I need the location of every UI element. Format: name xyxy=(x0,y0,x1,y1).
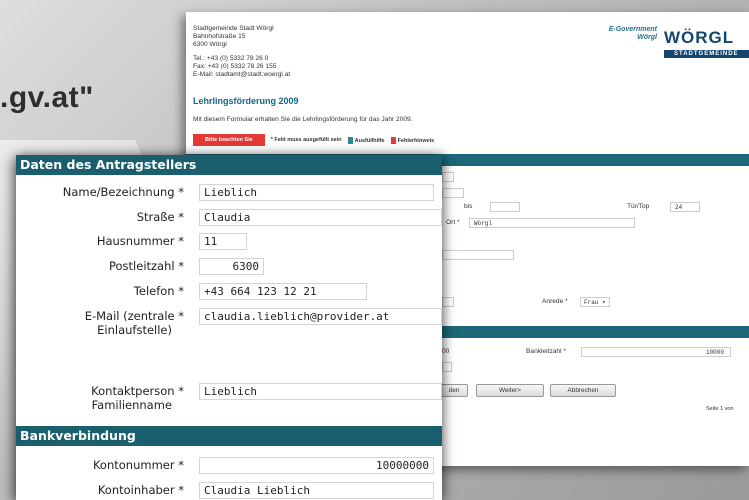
house-number-label: Hausnummer * xyxy=(96,234,184,248)
email-label-line1: E-Mail (zentrale * xyxy=(84,309,184,323)
section-header-bank: Bankverbindung xyxy=(16,426,442,446)
back-field[interactable] xyxy=(442,297,454,307)
egov-label: E-Government Wörgl xyxy=(608,26,657,41)
account-holder-label: Kontoinhaber * xyxy=(97,483,184,497)
back-field[interactable] xyxy=(442,250,514,260)
error-swatch-icon xyxy=(390,136,396,144)
ort-field[interactable] xyxy=(469,218,635,228)
account-number-field[interactable] xyxy=(199,457,434,474)
account-holder-field[interactable] xyxy=(199,482,434,499)
applicant-form-panel: Daten des Antragstellers Name/Bezeichnun… xyxy=(16,155,442,500)
logo-subtitle: STADTGEMEINDE xyxy=(664,50,749,58)
back-button[interactable]: den xyxy=(440,384,468,397)
address-line: Stadtgemeinde Stadt Wörgl xyxy=(193,25,274,32)
next-button[interactable]: Weiter> xyxy=(476,384,544,397)
partial-value: 00 xyxy=(442,348,450,355)
phone-label: Telefon * xyxy=(133,284,184,298)
tuer-field[interactable] xyxy=(670,202,700,212)
help-swatch-icon xyxy=(347,136,353,144)
help-legend: Ausfüllhilfe xyxy=(347,136,385,144)
bis-field[interactable] xyxy=(490,202,520,212)
email-field[interactable] xyxy=(199,308,442,325)
form-legend: Bitte beachten Sie * Feld muss ausgefüll… xyxy=(193,134,434,146)
woergl-logo: WÖRGL xyxy=(664,28,735,47)
email-label-line2: Einlaufstelle) xyxy=(97,323,172,337)
back-field[interactable] xyxy=(442,172,454,182)
back-field[interactable] xyxy=(442,362,452,372)
name-field[interactable] xyxy=(199,184,434,201)
back-field[interactable] xyxy=(442,188,464,198)
note-button[interactable]: Bitte beachten Sie xyxy=(193,134,265,146)
error-legend: Fehlerhinweis xyxy=(390,136,434,144)
form-title: Lehrlingsförderung 2009 xyxy=(193,96,299,106)
house-number-field[interactable] xyxy=(199,233,247,250)
address-email: E-Mail: stadtamt@stadt.woergl.at xyxy=(193,71,291,78)
address-phone: Tel.: +43 (0) 5332 78 26 0 xyxy=(193,55,269,62)
address-fax: Fax: +43 (0) 5332 78 26 155 xyxy=(193,63,277,70)
zip-label: Postleitzahl * xyxy=(108,259,184,273)
account-number-label: Kontonummer * xyxy=(92,458,184,472)
blz-label: Bankleitzahl * xyxy=(526,348,566,355)
address-line: Bahnhofstraße 15 xyxy=(193,33,246,40)
contact-label: Kontaktperson * Familienname xyxy=(16,384,184,412)
zip-field[interactable] xyxy=(199,258,264,275)
street-label: Straße * xyxy=(136,210,184,224)
name-label: Name/Bezeichnung * xyxy=(62,185,184,199)
contact-label-line1: Kontaktperson * xyxy=(91,384,184,398)
anrede-select[interactable]: Frau ▾ xyxy=(580,297,610,307)
blz-field[interactable] xyxy=(581,347,731,357)
contact-label-line2: Familienname xyxy=(91,398,172,412)
domain-fragment-text: .gv.at" xyxy=(0,81,94,114)
bis-label: bis xyxy=(464,203,473,210)
tuer-label: Tür/Top xyxy=(627,203,650,210)
contact-field[interactable] xyxy=(199,383,442,400)
street-field[interactable] xyxy=(199,209,442,226)
email-label: E-Mail (zentrale * Einlaufstelle) xyxy=(16,309,184,337)
municipality-address: Stadtgemeinde Stadt Wörgl Bahnhofstraße … xyxy=(193,25,290,79)
required-legend: * Feld muss ausgefüllt sein xyxy=(270,137,342,143)
cancel-button[interactable]: Abbrechen xyxy=(550,384,616,397)
phone-field[interactable] xyxy=(199,283,367,300)
anrede-label: Anrede * xyxy=(542,298,568,305)
section-header-applicant: Daten des Antragstellers xyxy=(16,155,442,175)
page-info: Seite 1 von xyxy=(706,406,734,412)
address-line: 6300 Wörgl xyxy=(193,41,227,48)
form-intro: Mit diesem Formular erhalten Sie die Leh… xyxy=(193,116,413,123)
ort-label: Ort * xyxy=(446,219,460,226)
